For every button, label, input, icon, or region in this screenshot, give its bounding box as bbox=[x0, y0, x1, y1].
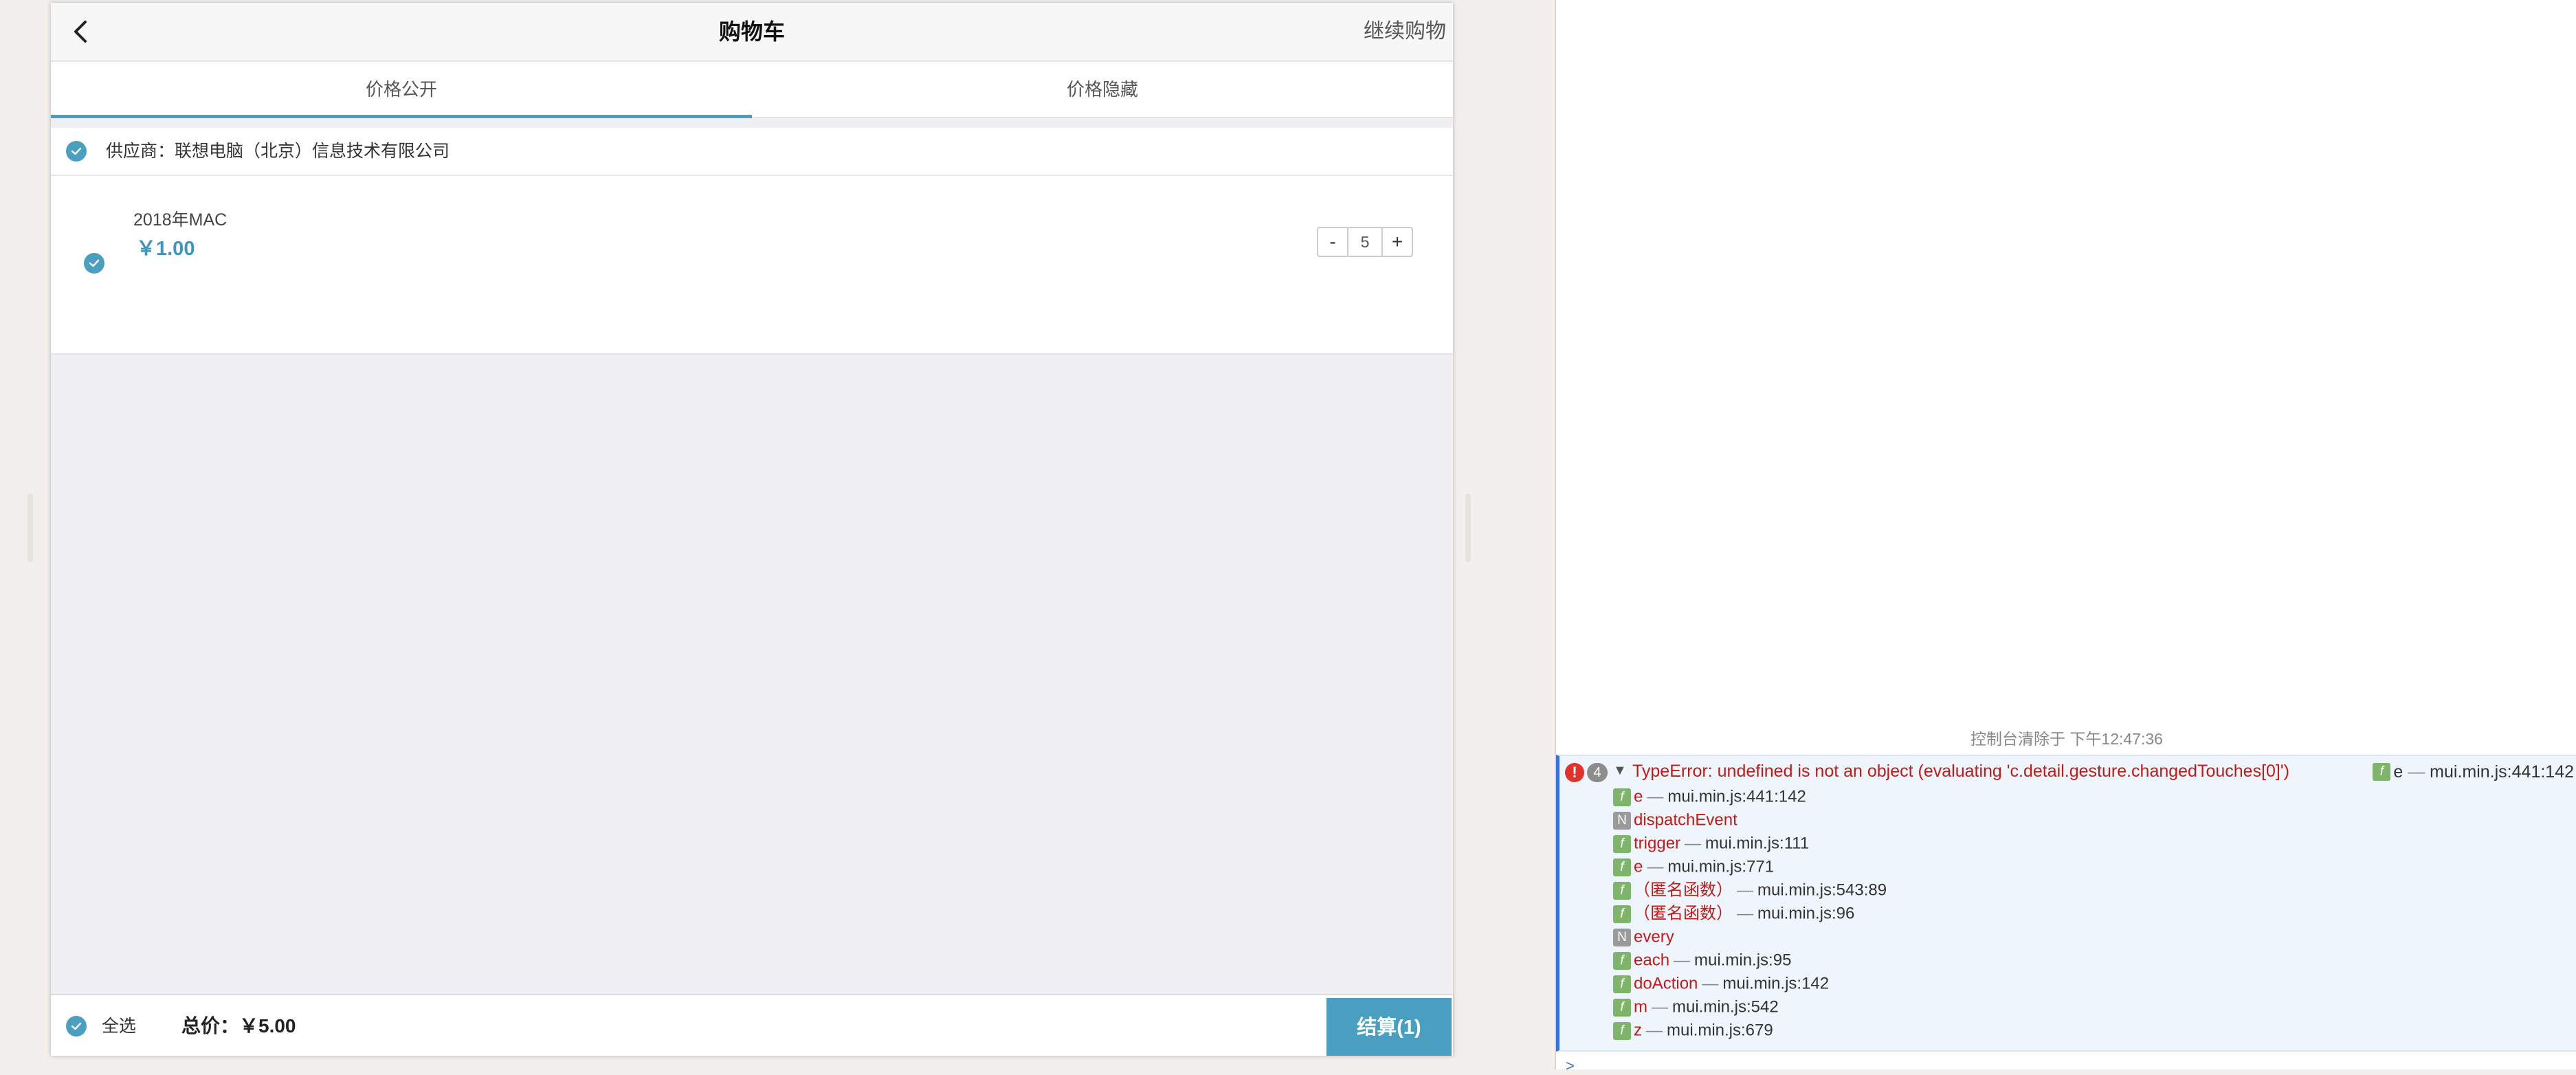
stack-frame[interactable]: f doAction — mui.min.js:142 bbox=[1613, 972, 1829, 995]
frame-separator: — bbox=[1737, 880, 1753, 900]
frame-function: every bbox=[1634, 927, 1674, 946]
frame-function: doAction bbox=[1634, 974, 1698, 993]
quantity-input[interactable]: 5 bbox=[1347, 228, 1383, 256]
item-checkbox[interactable] bbox=[84, 253, 104, 274]
frame-source[interactable]: mui.min.js:542 bbox=[1672, 998, 1779, 1017]
frame-function: z bbox=[1634, 1021, 1642, 1040]
decrease-button[interactable]: - bbox=[1318, 228, 1347, 256]
frame-source[interactable]: mui.min.js:543:89 bbox=[1757, 881, 1887, 900]
stack-frame[interactable]: f each — mui.min.js:95 bbox=[1613, 949, 1791, 972]
tab-price-hidden[interactable]: 价格隐藏 bbox=[752, 62, 1453, 117]
stack-frame[interactable]: f （匿名函数） — mui.min.js:543:89 bbox=[1613, 878, 1887, 902]
frame-source[interactable]: mui.min.js:111 bbox=[1705, 834, 1809, 853]
item-price: ￥1.00 bbox=[136, 238, 195, 260]
frame-function: （匿名函数） bbox=[1634, 880, 1733, 900]
frame-separator: — bbox=[1647, 787, 1664, 806]
native-icon: N bbox=[1613, 811, 1631, 830]
function-icon: f bbox=[1613, 881, 1631, 900]
function-icon: f bbox=[1613, 858, 1631, 876]
function-icon: f bbox=[1613, 834, 1631, 853]
select-all-checkbox[interactable] bbox=[66, 1016, 87, 1037]
tab-bar: 价格公开 价格隐藏 bbox=[51, 62, 1453, 118]
select-all-label: 全选 bbox=[102, 1017, 137, 1036]
increase-button[interactable]: + bbox=[1383, 228, 1412, 256]
native-icon: N bbox=[1613, 928, 1631, 946]
stack-frame[interactable]: f m — mui.min.js:542 bbox=[1613, 995, 1779, 1019]
frame-function: m bbox=[1634, 997, 1647, 1017]
console-error-entry[interactable]: ! 4 ▼ TypeError: undefined is not an obj… bbox=[1556, 755, 2576, 1052]
frame-source[interactable]: mui.min.js:441:142 bbox=[1667, 788, 1806, 806]
function-icon: f bbox=[1613, 905, 1631, 923]
stack-frame[interactable]: f z — mui.min.js:679 bbox=[1613, 1019, 1773, 1042]
continue-shopping-button[interactable]: 继续购物 bbox=[1364, 3, 1446, 60]
frame-source[interactable]: mui.min.js:679 bbox=[1667, 1021, 1773, 1040]
supplier-checkbox[interactable] bbox=[66, 141, 87, 162]
function-icon: f bbox=[1613, 975, 1631, 993]
frame-function: each bbox=[1634, 951, 1670, 970]
error-icon: ! bbox=[1565, 763, 1584, 782]
frame-function: e bbox=[1634, 857, 1643, 876]
frame-separator: — bbox=[1737, 904, 1753, 923]
frame-separator: — bbox=[1685, 834, 1702, 853]
frame-function: trigger bbox=[1634, 834, 1681, 853]
frame-separator: — bbox=[1702, 974, 1719, 993]
supplier-row: 供应商：联想电脑（北京）信息技术有限公司 bbox=[51, 128, 1453, 176]
check-icon bbox=[89, 259, 100, 267]
stack-frame[interactable]: Nevery bbox=[1613, 925, 1674, 949]
stack-frame[interactable]: f （匿名函数） — mui.min.js:96 bbox=[1613, 902, 1854, 925]
function-icon: f bbox=[1613, 998, 1631, 1017]
stack-frame[interactable]: f e — mui.min.js:771 bbox=[1613, 855, 1774, 878]
check-icon bbox=[71, 147, 82, 155]
supplier-label: 供应商：联想电脑（北京）信息技术有限公司 bbox=[106, 142, 450, 161]
disclosure-triangle-icon[interactable]: ▼ bbox=[1613, 763, 1627, 779]
error-location-link[interactable]: fe — mui.min.js:441:142 bbox=[2373, 762, 2574, 782]
phone-simulator: 购物车 继续购物 价格公开 价格隐藏 供应商：联想电脑（北京）信息技术有限公司 … bbox=[51, 3, 1453, 1056]
frame-separator: — bbox=[1674, 951, 1691, 970]
function-icon: f bbox=[2373, 763, 2391, 782]
quantity-stepper: - 5 + bbox=[1317, 227, 1413, 257]
total-price: 总价：￥5.00 bbox=[181, 1015, 296, 1037]
stack-frame[interactable]: f trigger — mui.min.js:111 bbox=[1613, 832, 1809, 855]
cart-footer: 全选 总价：￥5.00 结算(1) bbox=[51, 994, 1453, 1056]
page-title: 购物车 bbox=[718, 19, 785, 44]
chevron-left-icon[interactable] bbox=[66, 16, 96, 47]
frame-source[interactable]: mui.min.js:96 bbox=[1757, 905, 1854, 923]
frame-function: dispatchEvent bbox=[1634, 810, 1737, 830]
checkout-button[interactable]: 结算(1) bbox=[1326, 998, 1452, 1056]
frame-separator: — bbox=[1646, 1021, 1663, 1040]
function-icon: f bbox=[1613, 951, 1631, 970]
resize-handle-left[interactable] bbox=[27, 494, 33, 562]
frame-function: e bbox=[1634, 787, 1643, 806]
frame-source[interactable]: mui.min.js:95 bbox=[1694, 951, 1791, 970]
frame-source[interactable]: mui.min.js:142 bbox=[1722, 975, 1829, 993]
resize-handle-right[interactable] bbox=[1465, 494, 1471, 562]
console-cleared-message: 控制台清除于 下午12:47:36 bbox=[1970, 730, 2163, 748]
console-prompt[interactable]: > bbox=[1566, 1057, 1575, 1075]
item-name: 2018年MAC bbox=[133, 210, 227, 230]
function-icon: f bbox=[1613, 1021, 1631, 1040]
web-inspector-console: 控制台清除于 下午12:47:36 ! 4 ▼ TypeError: undef… bbox=[1555, 0, 2576, 1074]
error-message: TypeError: undefined is not an object (e… bbox=[1632, 762, 2289, 781]
stack-frame[interactable]: f e — mui.min.js:441:142 bbox=[1613, 785, 1806, 808]
frame-source[interactable]: mui.min.js:771 bbox=[1667, 858, 1774, 876]
function-icon: f bbox=[1613, 788, 1631, 806]
stack-frame[interactable]: NdispatchEvent bbox=[1613, 808, 1737, 832]
tab-price-public[interactable]: 价格公开 bbox=[51, 62, 752, 118]
frame-function: （匿名函数） bbox=[1634, 904, 1733, 923]
cart-item: 2018年MAC ￥1.00 - 5 + bbox=[51, 176, 1453, 355]
error-count-badge: 4 bbox=[1587, 763, 1608, 782]
check-icon bbox=[71, 1022, 82, 1030]
frame-separator: — bbox=[1647, 857, 1664, 876]
navbar: 购物车 继续购物 bbox=[51, 3, 1453, 62]
frame-separator: — bbox=[1652, 997, 1668, 1017]
